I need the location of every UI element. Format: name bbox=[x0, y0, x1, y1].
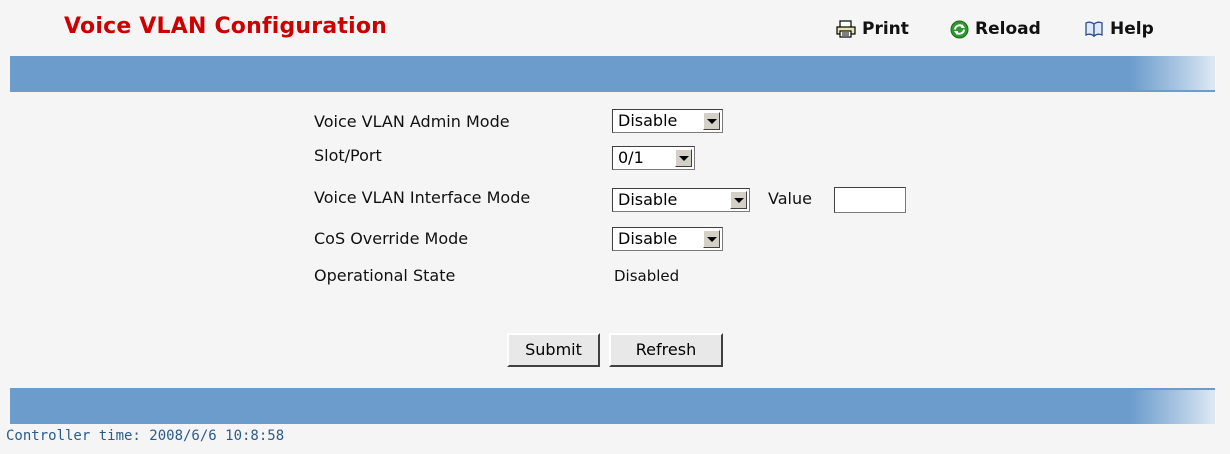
reload-label: Reload bbox=[975, 19, 1041, 39]
slot-port-select[interactable]: 0/1 bbox=[612, 146, 695, 170]
admin-mode-select[interactable]: Disable bbox=[612, 109, 723, 133]
help-button[interactable]: Help bbox=[1084, 19, 1154, 39]
chevron-down-icon bbox=[703, 112, 720, 130]
interface-mode-label: Voice VLAN Interface Mode bbox=[314, 188, 531, 207]
page-title: Voice VLAN Configuration bbox=[64, 14, 388, 39]
print-label: Print bbox=[862, 19, 909, 39]
value-label: Value bbox=[768, 189, 812, 208]
admin-mode-label: Voice VLAN Admin Mode bbox=[314, 112, 510, 131]
admin-mode-value: Disable bbox=[618, 111, 678, 130]
slot-port-label: Slot/Port bbox=[314, 146, 382, 165]
cos-override-select[interactable]: Disable bbox=[612, 227, 723, 251]
cos-override-label: CoS Override Mode bbox=[314, 229, 469, 248]
operational-state-value: Disabled bbox=[614, 267, 680, 285]
header-band bbox=[10, 56, 1215, 90]
printer-icon bbox=[836, 20, 856, 38]
refresh-button[interactable]: Refresh bbox=[609, 333, 723, 367]
reload-icon bbox=[950, 20, 969, 39]
page-header: Voice VLAN Configuration Print Reload He… bbox=[0, 0, 1230, 56]
book-icon bbox=[1084, 20, 1104, 38]
interface-mode-select[interactable]: Disable bbox=[612, 188, 750, 212]
operational-state-label: Operational State bbox=[314, 266, 456, 285]
chevron-down-icon bbox=[675, 149, 692, 167]
chevron-down-icon bbox=[730, 191, 747, 209]
submit-button[interactable]: Submit bbox=[507, 333, 600, 367]
footer-band bbox=[10, 390, 1215, 424]
help-label: Help bbox=[1110, 19, 1154, 39]
chevron-down-icon bbox=[703, 230, 720, 248]
interface-mode-value: Disable bbox=[618, 190, 678, 209]
divider bbox=[10, 90, 1215, 92]
value-input[interactable] bbox=[834, 187, 906, 213]
cos-override-value: Disable bbox=[618, 229, 678, 248]
slot-port-value: 0/1 bbox=[618, 148, 644, 167]
print-button[interactable]: Print bbox=[836, 19, 909, 39]
controller-time: Controller time: 2008/6/6 10:8:58 bbox=[6, 428, 285, 444]
reload-button[interactable]: Reload bbox=[950, 19, 1041, 39]
